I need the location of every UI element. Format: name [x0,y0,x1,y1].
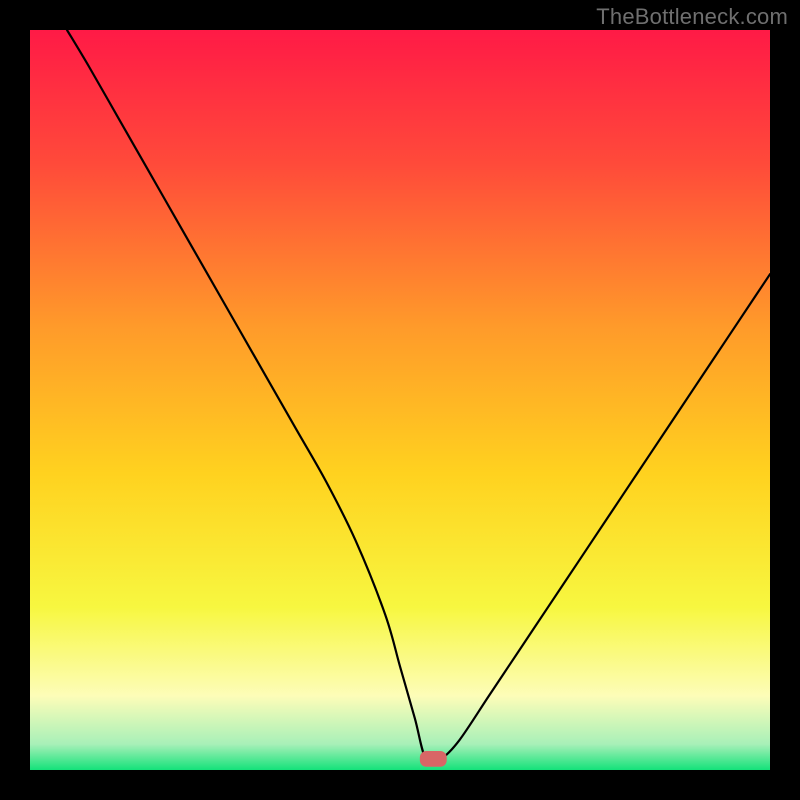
minimum-marker [420,752,446,767]
chart-frame: TheBottleneck.com [0,0,800,800]
gradient-background [30,30,770,770]
watermark-text: TheBottleneck.com [596,4,788,30]
plot-area [30,30,770,770]
chart-svg [30,30,770,770]
